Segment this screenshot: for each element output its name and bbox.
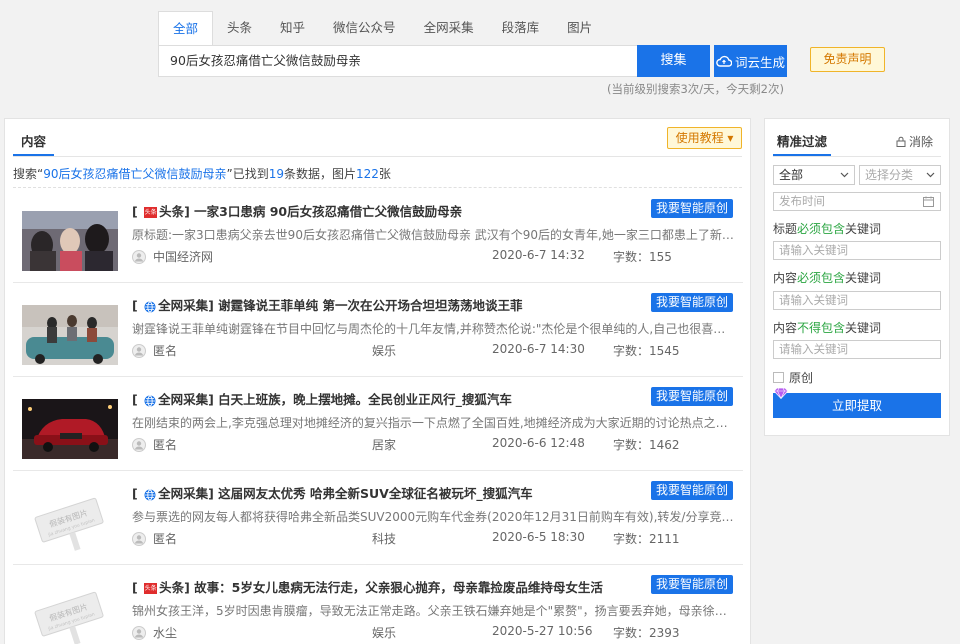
smart-original-button[interactable]: 我要智能原创 — [651, 575, 733, 594]
item-author: 中国经济网 — [132, 248, 213, 265]
toutiao-icon: 头条 — [144, 583, 158, 594]
item-time: 2020-6-7 14:30 — [492, 342, 585, 356]
user-icon — [132, 343, 146, 358]
item-category: 娱乐 — [372, 626, 397, 640]
globe-icon — [144, 301, 156, 312]
item-author: 匿名 — [132, 436, 177, 453]
extract-button[interactable]: 立即提取 — [773, 387, 941, 418]
item-word-count: 字数：2111 — [613, 532, 680, 546]
item-word-count: 字数：1462 — [613, 438, 680, 452]
caret-down-icon: ▾ — [723, 131, 734, 145]
content-exclude-input[interactable]: 请输入关键词 — [773, 340, 941, 359]
globe-icon — [144, 489, 156, 500]
filter-panel: 精准过滤 消除 全部 选择分类 发布时间 标题必须包含关键词 请输入关键词 内容… — [764, 118, 950, 436]
cloud-icon — [716, 55, 732, 67]
filter-title[interactable]: 精准过滤 — [773, 129, 832, 156]
category-select[interactable]: 选择分类 — [859, 165, 941, 185]
item-word-count: 字数：155 — [613, 250, 672, 264]
placeholder-image[interactable]: 假装有图片 jia zhuang you tupian — [22, 493, 118, 553]
user-icon — [132, 249, 146, 264]
item-author: 匿名 — [132, 530, 177, 547]
item-word-count: 字数：1545 — [613, 344, 680, 358]
item-title[interactable]: [ 头条 头条] 一家3口患病 90后女孩忍痛借亡父微信鼓励母亲 — [132, 201, 642, 220]
tab-images[interactable]: 图片 — [553, 11, 606, 45]
content-include-input[interactable]: 请输入关键词 — [773, 291, 941, 310]
item-author: 水尘 — [132, 624, 177, 641]
tab-content[interactable]: 内容 — [13, 129, 55, 156]
calendar-icon — [923, 196, 934, 207]
item-author: 匿名 — [132, 342, 177, 359]
tab-paragraphs[interactable]: 段落库 — [488, 11, 554, 45]
results-panel: 内容 使用教程 ▾ 搜索“90后女孩忍痛借亡父微信鼓励母亲”已找到19条数据，图… — [4, 118, 751, 644]
original-checkbox-row[interactable]: 原创 — [773, 369, 813, 386]
original-label: 原创 — [789, 371, 814, 385]
item-description: 在刚结束的两会上,李克强总理对地摊经济的复兴指示一下点燃了全国百姓,地摊经济成为… — [132, 416, 737, 430]
result-item: 假装有图片 jia zhuang you tupian [ 头条 头条] 故事：5岁… — [13, 567, 743, 644]
user-icon — [132, 437, 146, 452]
globe-icon — [144, 395, 156, 406]
user-icon — [132, 531, 146, 546]
content-exclude-label: 内容不得包含关键词 — [773, 321, 882, 335]
scope-select[interactable]: 全部 — [773, 165, 855, 185]
smart-original-button[interactable]: 我要智能原创 — [651, 481, 733, 500]
lock-icon — [896, 136, 906, 147]
item-time: 2020-5-27 10:56 — [492, 624, 593, 638]
quota-note: (当前级别搜索3次/天，今天剩2次) — [607, 82, 784, 96]
placeholder-image[interactable]: 假装有图片 jia zhuang you tupian — [22, 587, 118, 644]
title-include-input[interactable]: 请输入关键词 — [773, 241, 941, 260]
user-icon — [132, 625, 146, 640]
disclaimer-button[interactable]: 免责声明 — [810, 47, 885, 72]
tab-wechat[interactable]: 微信公众号 — [319, 11, 410, 45]
item-title[interactable]: [ 全网采集] 谢霆锋说王菲单纯 第一次在公开场合坦坦荡荡地谈王菲 — [132, 295, 642, 314]
item-category: 科技 — [372, 532, 397, 546]
item-category: 娱乐 — [372, 344, 397, 358]
result-item: [ 全网采集] 白天上班族，晚上摆地摊。全民创业正风行_搜狐汽车 我要智能原创 … — [13, 379, 743, 471]
chevron-down-icon — [840, 172, 849, 178]
result-summary: 搜索“90后女孩忍痛借亡父微信鼓励母亲”已找到19条数据，图片122张 — [13, 167, 391, 181]
smart-original-button[interactable]: 我要智能原创 — [651, 387, 733, 406]
tab-zhihu[interactable]: 知乎 — [266, 11, 319, 45]
search-input[interactable]: 90后女孩忍痛借亡父微信鼓励母亲 — [158, 45, 638, 77]
tab-toutiao[interactable]: 头条 — [213, 11, 266, 45]
item-title[interactable]: [ 全网采集] 这届网友太优秀 哈弗全新SUV全球征名被玩坏_搜狐汽车 — [132, 483, 642, 502]
item-description: 参与票选的网友每人都将获得哈弗全新品类SUV2000元购车代金券(2020年12… — [132, 510, 737, 524]
result-item: 假装有图片 jia zhuang you tupian [ 全网采集] 这届网友太… — [13, 473, 743, 565]
item-title[interactable]: [ 头条 头条] 故事：5岁女儿患病无法行走，父亲狠心抛弃，母亲靠捡废品维持母女生… — [132, 577, 642, 596]
item-description: 谢霆锋说王菲单纯谢霆锋在节目中回忆与周杰伦的十几年友情,并称赞杰伦说:"杰伦是个… — [132, 322, 737, 336]
content-include-label: 内容必须包含关键词 — [773, 271, 882, 285]
item-description: 原标题:一家3口患病父亲去世90后女孩忍痛借亡父微信鼓励母亲 武汉有个90后的女… — [132, 228, 737, 242]
item-category: 居家 — [372, 438, 397, 452]
chevron-down-icon — [926, 172, 935, 178]
item-word-count: 字数：2393 — [613, 626, 680, 640]
result-item: [ 全网采集] 谢霆锋说王菲单纯 第一次在公开场合坦坦荡荡地谈王菲 我要智能原创… — [13, 285, 743, 377]
search-button[interactable]: 搜集 — [637, 45, 710, 77]
divider — [773, 156, 941, 157]
item-title[interactable]: [ 全网采集] 白天上班族，晚上摆地摊。全民创业正风行_搜狐汽车 — [132, 389, 642, 408]
thumbnail-image[interactable] — [22, 211, 118, 271]
tab-all[interactable]: 全部 — [158, 11, 214, 46]
item-time: 2020-6-6 12:48 — [492, 436, 585, 450]
smart-original-button[interactable]: 我要智能原创 — [651, 293, 733, 312]
title-include-label: 标题必须包含关键词 — [773, 222, 882, 236]
source-tabs: 全部 头条 知乎 微信公众号 全网采集 段落库 图片 — [158, 11, 606, 46]
item-description: 锦州女孩王洋，5岁时因患肯膜瘤，导致无法正常走路。父亲王铁石嫌弃她是个"累赘"，… — [132, 604, 737, 618]
result-item: [ 头条 头条] 一家3口患病 90后女孩忍痛借亡父微信鼓励母亲 我要智能原创 原… — [13, 191, 743, 283]
diamond-icon — [774, 387, 788, 399]
clear-filter-button[interactable]: 消除 — [896, 133, 933, 150]
item-time: 2020-6-5 18:30 — [492, 530, 585, 544]
smart-original-button[interactable]: 我要智能原创 — [651, 199, 733, 218]
divider — [13, 156, 742, 157]
item-time: 2020-6-7 14:32 — [492, 248, 585, 262]
wordcloud-button[interactable]: 词云生成 — [714, 45, 787, 77]
tutorial-label: 使用教程 — [675, 131, 724, 145]
thumbnail-image[interactable] — [22, 399, 118, 459]
tab-web-collect[interactable]: 全网采集 — [410, 11, 488, 45]
tutorial-button[interactable]: 使用教程 ▾ — [667, 127, 742, 149]
wordcloud-label: 词云生成 — [734, 54, 785, 70]
original-checkbox[interactable] — [773, 372, 784, 383]
divider — [13, 187, 742, 188]
date-input[interactable]: 发布时间 — [773, 192, 941, 211]
thumbnail-image[interactable] — [22, 305, 118, 365]
toutiao-icon: 头条 — [144, 207, 158, 218]
